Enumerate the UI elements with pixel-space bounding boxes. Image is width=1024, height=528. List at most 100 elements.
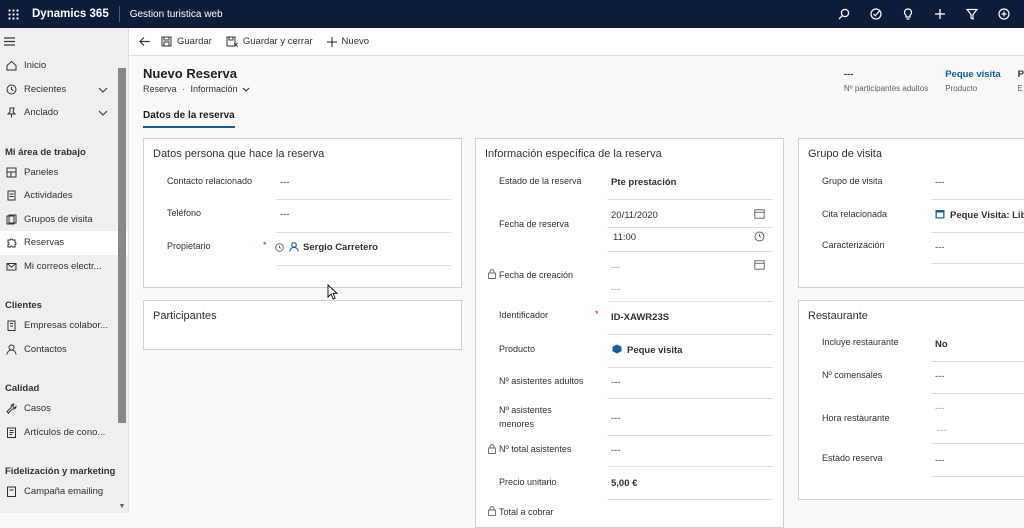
field-label: Identificador xyxy=(499,310,549,320)
field-identificador: Identificador * ID-XAWR23S xyxy=(476,307,783,337)
sidebar-item-inicio[interactable]: Inicio xyxy=(0,54,128,78)
field-label: Fecha de reserva xyxy=(499,219,570,229)
field-telefono: Teléfono --- xyxy=(144,204,461,237)
field-value[interactable]: 5,00 € xyxy=(611,478,637,489)
field-contacto-relacionado: Contacto relacionado --- xyxy=(144,171,461,204)
field-label: Nº total asistentes xyxy=(499,444,572,454)
field-value[interactable]: ID-XAWR23S xyxy=(611,312,669,323)
field-estado-reserva-restaurante: Estado reserva --- xyxy=(799,448,1024,481)
save-and-close-button[interactable]: Guardar y cerrar xyxy=(226,36,313,47)
sidebar-item-label: Anclado xyxy=(24,107,59,119)
field-value[interactable]: --- xyxy=(935,455,945,466)
field-underline xyxy=(607,199,773,200)
lock-icon xyxy=(488,506,496,516)
sidebar-item-grupos-de-visita[interactable]: Grupos de visita xyxy=(0,208,128,232)
calendar-icon[interactable] xyxy=(754,208,765,219)
date-input[interactable]: --- xyxy=(935,403,945,414)
sidebar-group-title: Calidad xyxy=(5,383,40,394)
owner-link[interactable]: Sergio Carretero xyxy=(303,242,378,253)
sidebar-item-mi-correos[interactable]: Mi correos electr... xyxy=(0,255,128,279)
header-field-value[interactable]: Peque visita xyxy=(945,69,1000,80)
field-value[interactable]: --- xyxy=(935,242,945,253)
field-total-asistentes: Nº total asistentes --- xyxy=(476,438,783,468)
save-label: Guardar xyxy=(177,36,212,47)
save-button[interactable]: Guardar xyxy=(161,36,212,47)
tab-datos-de-la-reserva[interactable]: Datos de la reserva xyxy=(143,110,235,128)
field-value[interactable]: --- xyxy=(280,209,290,220)
field-value[interactable]: --- xyxy=(935,177,945,188)
appointment-link[interactable]: Peque Visita: Libr xyxy=(950,210,1024,221)
field-value[interactable]: Pte prestación xyxy=(611,177,676,188)
field-value[interactable]: --- xyxy=(611,377,621,388)
sidebar-item-label: Empresas colabor... xyxy=(24,320,108,332)
sidebar-item-campana-emailing[interactable]: Campaña emailing xyxy=(0,480,128,504)
product-link[interactable]: Peque visita xyxy=(627,345,682,356)
field-label: Hora restaurante xyxy=(822,413,890,423)
header-field-adultos: --- Nº participantes adultos xyxy=(835,69,936,93)
sidebar-item-contactos[interactable]: Contactos xyxy=(0,338,128,362)
command-bar: Guardar Guardar y cerrar Nuevo xyxy=(129,28,1024,56)
home-icon xyxy=(5,60,17,72)
clock-icon[interactable] xyxy=(754,231,765,242)
header-field-label: Nº participantes adultos xyxy=(843,84,929,93)
sidebar-scrollbar[interactable] xyxy=(118,68,126,423)
field-label: Nº comensales xyxy=(822,370,883,380)
field-fecha-reserva: Fecha de reserva 20/11/2020 11:00 xyxy=(476,201,783,257)
header-field-label: E xyxy=(1017,84,1023,93)
header-field-value: P xyxy=(1017,69,1024,80)
form-selector[interactable]: Información xyxy=(191,84,251,94)
lightbulb-icon[interactable] xyxy=(892,0,924,28)
required-marker: * xyxy=(263,240,267,250)
hamburger-menu-icon[interactable] xyxy=(0,28,128,54)
search-icon[interactable] xyxy=(828,0,860,28)
sidebar: Inicio Recientes Anclado Mi área de trab… xyxy=(0,28,129,513)
field-label: Cita relacionada xyxy=(822,209,888,219)
filter-icon[interactable] xyxy=(956,0,988,28)
field-label: Fecha de creación xyxy=(499,270,574,280)
calendar-icon xyxy=(754,260,765,270)
field-value[interactable]: No xyxy=(935,339,948,350)
app-launcher-icon[interactable] xyxy=(0,8,26,20)
field-label: Propietario xyxy=(167,241,211,251)
field-value[interactable]: --- xyxy=(280,177,290,188)
plus-icon[interactable] xyxy=(924,0,956,28)
field-grupo-de-visita: Grupo de visita --- xyxy=(799,171,1024,204)
person-icon xyxy=(5,343,17,355)
lock-clock-icon xyxy=(275,243,284,252)
mouse-cursor-icon xyxy=(327,284,338,300)
header-field-estado: P E xyxy=(1009,69,1024,93)
sidebar-item-empresas[interactable]: Empresas colabor... xyxy=(0,314,128,338)
new-button[interactable]: Nuevo xyxy=(326,36,369,47)
sidebar-item-reservas[interactable]: Reservas xyxy=(0,231,128,255)
field-hora-restaurante: Hora restaurante --- --- xyxy=(799,398,1024,448)
sidebar-item-recientes[interactable]: Recientes xyxy=(0,78,128,102)
section-grupo-de-visita: Grupo de visita Grupo de visita --- Cita… xyxy=(798,138,1024,288)
chevron-down-icon[interactable] xyxy=(98,108,108,119)
sidebar-item-casos[interactable]: Casos xyxy=(0,397,128,421)
time-input[interactable]: 11:00 xyxy=(613,232,636,243)
field-producto: Producto Peque visita xyxy=(476,337,783,370)
product-box-icon xyxy=(612,344,622,354)
settings-icon[interactable] xyxy=(988,0,1020,28)
brand-name[interactable]: Dynamics 365 xyxy=(26,6,120,22)
task-icon[interactable] xyxy=(860,0,892,28)
back-button[interactable] xyxy=(129,37,159,46)
chevron-down-icon[interactable] xyxy=(98,85,108,96)
app-title[interactable]: Gestion turistica web xyxy=(120,9,223,20)
field-underline xyxy=(931,393,1024,394)
field-value: --- xyxy=(611,445,621,456)
time-input[interactable]: --- xyxy=(937,425,947,436)
field-value[interactable]: --- xyxy=(935,371,945,382)
mail-icon xyxy=(5,260,17,272)
field-label: Producto xyxy=(499,344,536,354)
sidebar-item-actividades[interactable]: Actividades xyxy=(0,184,128,208)
sidebar-item-articulos[interactable]: Artículos de cono... xyxy=(0,421,128,445)
date-input[interactable]: 20/11/2020 xyxy=(611,210,658,221)
field-value[interactable]: --- xyxy=(611,413,621,424)
campaign-icon xyxy=(5,486,17,498)
sidebar-item-anclado[interactable]: Anclado xyxy=(0,101,128,125)
field-underline xyxy=(931,443,1024,444)
scroll-down-icon[interactable]: ▼ xyxy=(118,503,126,511)
sidebar-item-paneles[interactable]: Paneles xyxy=(0,161,128,185)
sidebar-item-label: Paneles xyxy=(24,166,59,178)
